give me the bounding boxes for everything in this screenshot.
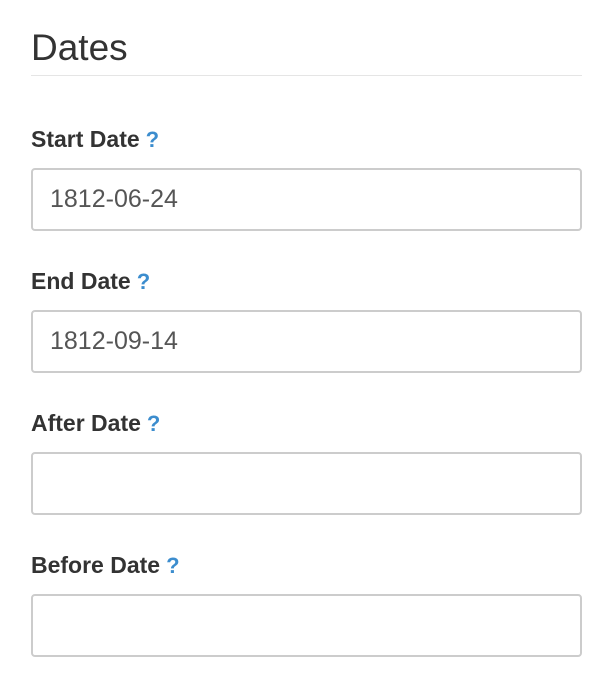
end-date-input[interactable] <box>31 310 582 373</box>
start-date-help-icon[interactable]: ? <box>146 126 159 154</box>
start-date-input[interactable] <box>31 168 582 231</box>
dates-panel: Dates Start Date? End Date? After Date? … <box>31 0 582 657</box>
after-date-help-icon[interactable]: ? <box>147 410 160 438</box>
before-date-label: Before Date? <box>31 551 582 579</box>
end-date-label-text: End Date <box>31 268 131 294</box>
section-title: Dates <box>31 0 582 76</box>
start-date-field: Start Date? <box>31 125 582 231</box>
after-date-input[interactable] <box>31 452 582 515</box>
after-date-field: After Date? <box>31 409 582 515</box>
before-date-help-icon[interactable]: ? <box>166 552 179 580</box>
before-date-label-text: Before Date <box>31 552 161 578</box>
start-date-label: Start Date? <box>31 125 582 153</box>
before-date-field: Before Date? <box>31 551 582 657</box>
end-date-field: End Date? <box>31 267 582 373</box>
after-date-label: After Date? <box>31 409 582 437</box>
end-date-label: End Date? <box>31 267 582 295</box>
start-date-label-text: Start Date <box>31 126 140 152</box>
end-date-help-icon[interactable]: ? <box>137 268 150 296</box>
after-date-label-text: After Date <box>31 410 141 436</box>
before-date-input[interactable] <box>31 594 582 657</box>
